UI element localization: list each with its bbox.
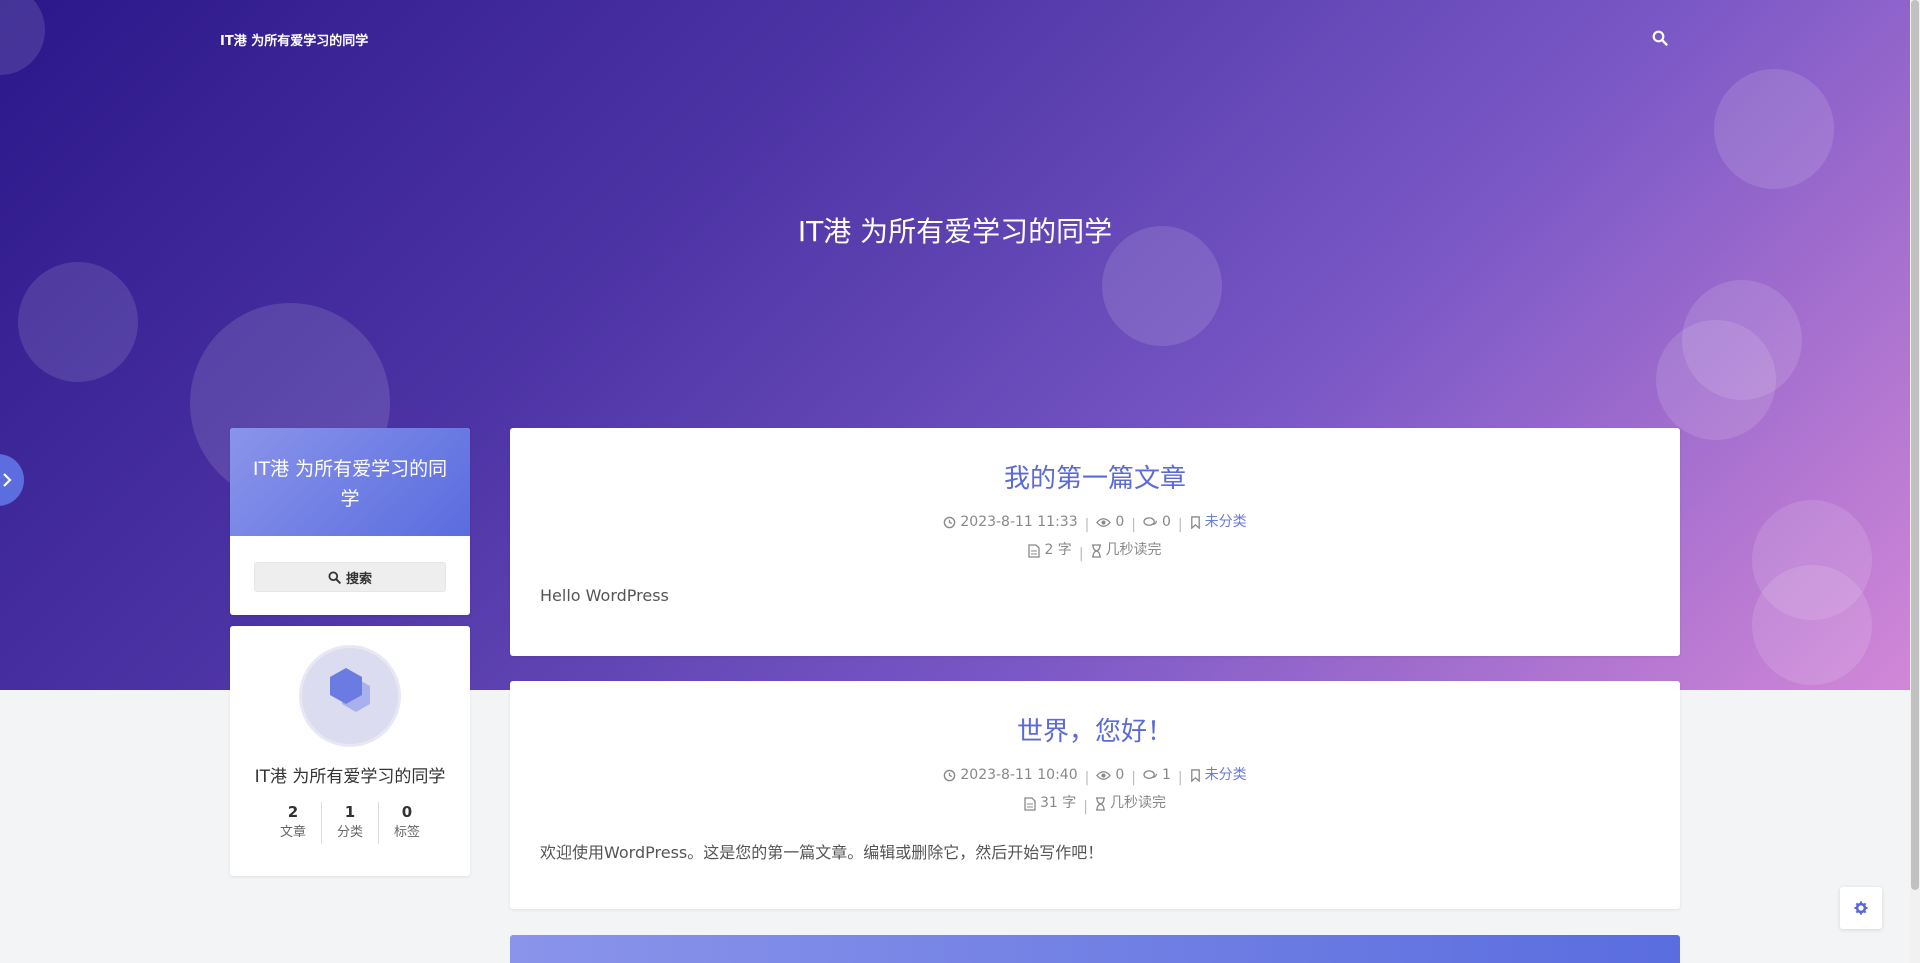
post-meta: 2023-8-11 10:40 | 0 | 1 | 未分类 31 字 | 几秒读… xyxy=(510,763,1680,820)
comments-icon xyxy=(1143,770,1158,779)
post-comments-count: 1 xyxy=(1161,767,1171,783)
site-info-card: IT港 为所有爱学习的同学 搜索 xyxy=(230,428,470,615)
eye-icon xyxy=(1096,518,1112,527)
author-name: IT港 为所有爱学习的同学 xyxy=(254,767,446,787)
gear-icon xyxy=(1854,901,1868,915)
stat-value: 1 xyxy=(344,803,356,821)
settings-button[interactable] xyxy=(1840,887,1882,929)
bookmark-icon xyxy=(1190,516,1200,529)
eye-icon xyxy=(1096,771,1112,780)
read-time-text: 几秒读完 xyxy=(1109,795,1166,811)
search-icon xyxy=(328,570,341,584)
decor-bubble xyxy=(1752,565,1872,685)
category-link[interactable]: 未分类 xyxy=(1205,763,1247,788)
search-button-label: 搜索 xyxy=(345,571,372,587)
word-count-text: 2 字 xyxy=(1044,542,1072,558)
hourglass-icon xyxy=(1091,543,1101,558)
decor-bubble xyxy=(1656,320,1776,440)
post-excerpt: 欢迎使用WordPress。这是您的第一篇文章。编辑或删除它，然后开始写作吧！ xyxy=(540,843,1104,862)
decor-bubble xyxy=(1714,69,1834,189)
post-views: 0 xyxy=(1096,510,1124,535)
stat-label: 标签 xyxy=(393,825,420,840)
stat-tags[interactable]: 0 标签 xyxy=(378,802,435,844)
post-meta: 2023-8-11 11:33 | 0 | 0 | 未分类 2 字 | 几秒读完 xyxy=(510,510,1680,567)
post-read-time: 几秒读完 xyxy=(1095,791,1166,816)
stat-label: 分类 xyxy=(336,825,363,840)
search-icon[interactable] xyxy=(1652,30,1670,48)
hexagon-logo-icon xyxy=(330,668,370,712)
post-title-link[interactable]: 我的第一篇文章 xyxy=(510,458,1680,495)
post-date: 2023-8-11 11:33 xyxy=(943,510,1078,535)
stat-label: 文章 xyxy=(279,825,306,840)
hero-title: IT港 为所有爱学习的同学 xyxy=(797,215,1113,248)
post-date-text: 2023-8-11 11:33 xyxy=(960,514,1078,530)
avatar xyxy=(299,645,401,747)
site-card-title: IT港 为所有爱学习的同学 xyxy=(230,428,470,536)
post-views-count: 0 xyxy=(1115,514,1125,530)
scrollbar-thumb[interactable] xyxy=(1911,0,1919,890)
comments-icon xyxy=(1143,517,1158,526)
author-card: IT港 为所有爱学习的同学 2 文章 1 分类 0 标签 xyxy=(230,626,470,876)
post-word-count: 2 字 xyxy=(1028,538,1072,563)
post-date: 2023-8-11 10:40 xyxy=(943,763,1078,788)
hourglass-icon xyxy=(1095,796,1105,811)
post-date-text: 2023-8-11 10:40 xyxy=(960,767,1078,783)
stat-posts[interactable]: 2 文章 xyxy=(265,802,321,844)
post-word-count: 31 字 xyxy=(1024,791,1076,816)
top-navbar: IT港 为所有爱学习的同学 xyxy=(0,0,1920,78)
chevron-right-icon xyxy=(3,473,12,487)
post-card: 我的第一篇文章 2023-8-11 11:33 | 0 | 0 | 未分类 2 … xyxy=(510,428,1680,656)
stat-value: 0 xyxy=(401,803,413,821)
author-stats: 2 文章 1 分类 0 标签 xyxy=(265,802,435,844)
stat-categories[interactable]: 1 分类 xyxy=(321,802,378,844)
decor-bubble xyxy=(18,262,138,382)
site-brand-link[interactable]: IT港 为所有爱学习的同学 xyxy=(220,30,368,49)
post-category[interactable]: 未分类 xyxy=(1190,763,1247,788)
word-count-text: 31 字 xyxy=(1040,795,1077,811)
post-comments[interactable]: 0 xyxy=(1143,510,1171,535)
post-read-time: 几秒读完 xyxy=(1091,538,1162,563)
post-views-count: 0 xyxy=(1115,767,1125,783)
stat-value: 2 xyxy=(287,803,299,821)
clock-icon xyxy=(944,769,956,782)
post-comments[interactable]: 1 xyxy=(1143,763,1171,788)
document-icon xyxy=(1028,543,1041,558)
post-category[interactable]: 未分类 xyxy=(1190,510,1247,535)
category-link[interactable]: 未分类 xyxy=(1205,510,1247,535)
document-icon xyxy=(1024,796,1036,811)
clock-icon xyxy=(944,516,956,529)
sidebar-search-button[interactable]: 搜索 xyxy=(254,562,446,592)
read-time-text: 几秒读完 xyxy=(1105,542,1162,558)
post-title-link[interactable]: 世界，您好！ xyxy=(510,711,1680,748)
post-comments-count: 0 xyxy=(1161,514,1171,530)
post-views: 0 xyxy=(1096,763,1124,788)
post-card: 世界，您好！ 2023-8-11 10:40 | 0 | 1 | 未分类 31 … xyxy=(510,681,1680,909)
post-excerpt: Hello WordPress xyxy=(540,586,669,605)
bookmark-icon xyxy=(1190,769,1200,782)
next-section-card xyxy=(510,935,1680,963)
